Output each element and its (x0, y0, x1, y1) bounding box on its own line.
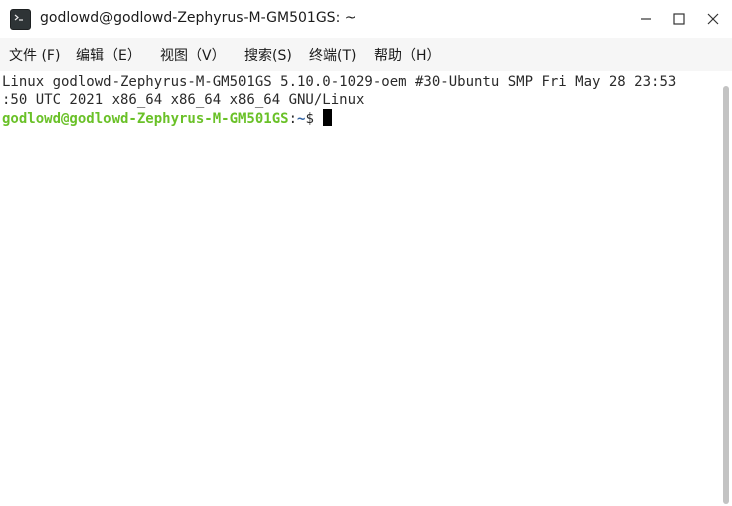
terminal-output[interactable]: Linux godlowd-Zephyrus-M-GM501GS 5.10.0-… (0, 71, 720, 506)
menu-file[interactable]: 文件 (F) (9, 45, 60, 65)
close-button[interactable] (702, 8, 724, 30)
vertical-scrollbar[interactable] (720, 71, 732, 506)
menu-view[interactable]: 视图（V） (160, 45, 226, 65)
menu-help[interactable]: 帮助（H） (374, 45, 441, 65)
menu-search[interactable]: 搜索(S) (244, 45, 292, 65)
prompt-separator: : (288, 111, 298, 127)
terminal-prompt-line[interactable]: godlowd@godlowd-Zephyrus-M-GM501GS:~$ (2, 109, 333, 128)
text-cursor (323, 109, 333, 126)
terminal-line: Linux godlowd-Zephyrus-M-GM501GS 5.10.0-… (2, 74, 677, 90)
menu-bar: 文件 (F) 编辑（E） 视图（V） 搜索(S) 终端(T) 帮助（H） (0, 38, 732, 71)
maximize-icon (673, 13, 685, 25)
scrollbar-thumb[interactable] (723, 86, 729, 504)
title-bar[interactable]: godlowd@godlowd-Zephyrus-M-GM501GS: ~ (0, 0, 732, 38)
menu-terminal[interactable]: 终端(T) (309, 45, 356, 65)
minimize-icon (641, 18, 651, 20)
prompt-symbol: $ (305, 111, 323, 127)
close-icon (707, 13, 719, 25)
prompt-user-host: godlowd@godlowd-Zephyrus-M-GM501GS (2, 111, 289, 127)
menu-edit[interactable]: 编辑（E） (76, 45, 141, 65)
minimize-button[interactable] (635, 8, 657, 30)
window-title: godlowd@godlowd-Zephyrus-M-GM501GS: ~ (40, 10, 357, 26)
terminal-icon (10, 9, 31, 30)
maximize-button[interactable] (668, 8, 690, 30)
terminal-window: godlowd@godlowd-Zephyrus-M-GM501GS: ~ 文件… (0, 0, 732, 506)
terminal-line: :50 UTC 2021 x86_64 x86_64 x86_64 GNU/Li… (2, 92, 365, 108)
